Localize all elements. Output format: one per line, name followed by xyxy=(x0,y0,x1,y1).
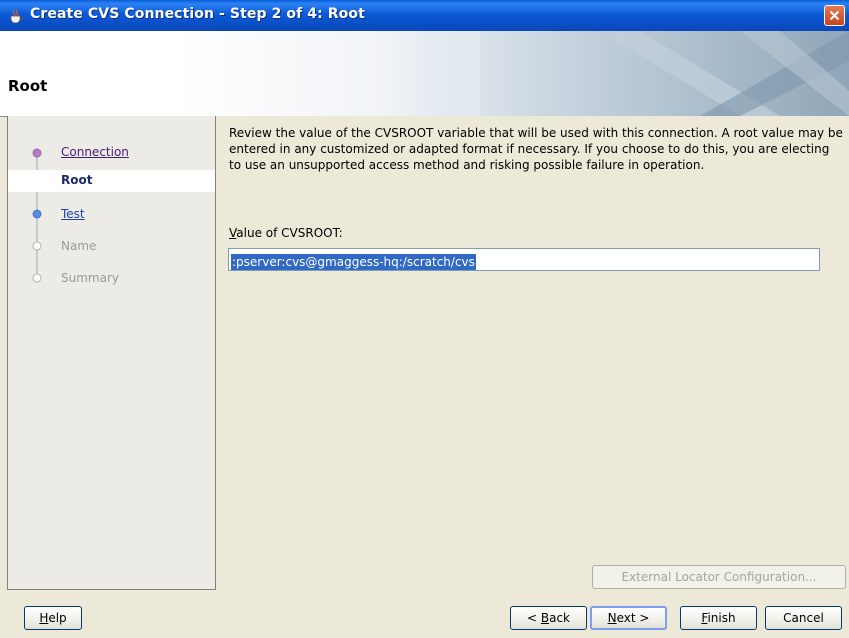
mnemonic: N xyxy=(607,611,617,625)
label-prefix: < xyxy=(526,611,541,625)
wizard-header: Root xyxy=(0,31,849,117)
label-text: alue of CVSROOT: xyxy=(236,226,343,240)
mnemonic: H xyxy=(39,611,49,625)
cvsroot-input[interactable]: :pserver:cvs@gmaggess-hq:/scratch/cvs xyxy=(228,248,820,271)
content-panel: Review the value of the CVSROOT variable… xyxy=(216,116,849,590)
step-connection[interactable]: Connection xyxy=(8,142,215,164)
label-text: ext > xyxy=(616,611,650,625)
label-text: elp xyxy=(48,611,67,625)
step-label: Name xyxy=(61,239,97,253)
external-locator-configuration-button[interactable]: External Locator Configuration... xyxy=(592,565,846,589)
step-label: Test xyxy=(61,207,85,221)
step-summary: Summary xyxy=(8,268,215,290)
step-name: Name xyxy=(8,236,215,258)
coffee-cup-icon xyxy=(10,9,24,24)
finish-button[interactable]: Finish xyxy=(680,606,757,630)
cancel-button[interactable]: Cancel xyxy=(765,606,842,630)
step-label: Connection xyxy=(61,145,129,159)
description-text: Review the value of the CVSROOT variable… xyxy=(229,126,843,172)
cvsroot-label: Value of CVSROOT: xyxy=(229,226,343,240)
next-button[interactable]: Next > xyxy=(590,606,667,630)
wizard-steps-panel: Connection Root Test Name Summary xyxy=(7,116,216,590)
close-button[interactable] xyxy=(824,5,845,26)
back-button[interactable]: < Back xyxy=(510,606,587,630)
help-button[interactable]: Help xyxy=(24,606,82,630)
page-title: Root xyxy=(8,77,48,95)
wizard-window: Create CVS Connection - Step 2 of 4: Roo… xyxy=(0,0,849,638)
close-icon xyxy=(829,10,840,21)
step-root: Root xyxy=(8,170,215,192)
title-bar[interactable]: Create CVS Connection - Step 2 of 4: Roo… xyxy=(0,0,849,31)
header-decoration xyxy=(180,31,849,116)
cvsroot-value: :pserver:cvs@gmaggess-hq:/scratch/cvs xyxy=(231,254,476,270)
window-title: Create CVS Connection - Step 2 of 4: Roo… xyxy=(30,6,365,22)
mnemonic: B xyxy=(540,611,550,625)
label-text: inish xyxy=(707,611,736,625)
step-label: Summary xyxy=(61,271,119,285)
step-test[interactable]: Test xyxy=(8,204,215,226)
step-label: Root xyxy=(61,173,93,187)
label-text: ack xyxy=(549,611,570,625)
